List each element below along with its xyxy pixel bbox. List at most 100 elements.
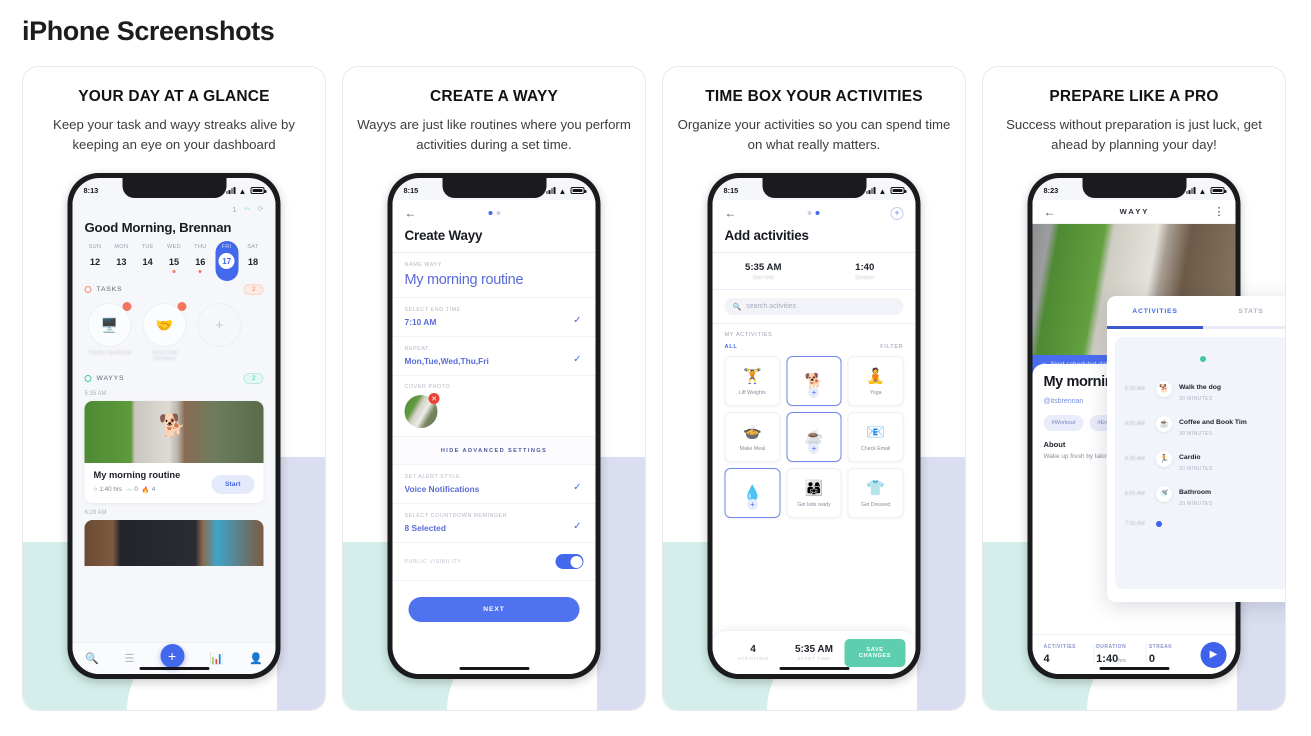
step-dots [807,211,820,215]
wayy-card-info: My morning routine ○ 1:40 hrs 〰 0 🔥 4 [94,470,181,494]
day-name: MON [114,244,129,250]
activity-cell[interactable]: 📧 Check Email [847,412,904,462]
streak-icon[interactable]: 〰 [244,204,251,214]
notch [762,178,866,198]
page-title: iPhone Screenshots [22,16,275,46]
wifi-icon [559,187,568,194]
week-strip[interactable]: SUN 12 MON 13 TUE 14 WED 15 THU 16 FRI 17 SAT… [73,235,276,281]
add-plus-icon[interactable]: + [808,387,820,398]
activity-cell-selected[interactable]: 🐕 + [786,356,842,406]
my-activities-label: MY ACTIVITIES [724,332,773,338]
activity-cell[interactable]: 🏋️ Lift Weights [724,356,781,406]
list-icon[interactable]: ☰ [125,652,135,665]
detail-header: ← WAYY ⋮ [1032,200,1236,224]
tasks-row: 🖥️ Practice JavaScript 🤝 Tap & Code Inte… [73,295,276,362]
wifi-icon [879,187,888,194]
footer-save: SAVE CHANGES [844,638,906,667]
activity-cell[interactable]: 👕 Get Dressed [847,468,904,518]
card-1-head: YOUR DAY AT A GLANCE Keep your task and … [23,67,325,155]
wayy-card-body: My morning routine ○ 1:40 hrs 〰 0 🔥 4 St… [85,463,264,503]
cover-photo-field[interactable]: COVER PHOTO ✕ [392,376,596,437]
nav-row: ← + [713,200,916,220]
repeat-field[interactable]: REPEAT Mon,Tue,Wed,Thu,Fri ✓ [392,337,596,376]
back-arrow-icon[interactable]: ← [1044,205,1056,219]
tasks-section-header: TASKS 2 [73,273,276,295]
back-arrow-icon[interactable]: ← [725,206,737,220]
end-time-field[interactable]: SELECT END TIME 7:10 AM ✓ [392,298,596,337]
remove-photo-icon[interactable]: ✕ [428,393,440,404]
day-number: 15 [168,257,180,267]
home-indicator [459,666,529,670]
floating-activities-panel: ACTIVITIES STATS 5:35 AM 🐕 Walk the dog … [1107,296,1285,602]
countdown-reminder-field[interactable]: SELECT COUNTDOWN REMINDER 8 Selected ✓ [392,504,596,543]
card-2-subtitle: Wayys are just like routines where you p… [357,117,631,152]
day-name: TUE [141,244,154,250]
stat-duration: DURATION 1:40hrs [1094,644,1147,665]
overflow-menu-icon[interactable]: ⋮ [1213,205,1224,218]
add-plus-icon[interactable]: + [808,443,820,454]
profile-icon[interactable]: 👤 [249,652,263,665]
task-item[interactable]: 🤝 Tap & Code Interviews [140,302,190,362]
item-text: Coffee and Book Tim 30 MINUTES [1179,411,1247,437]
screenshot-card-2[interactable]: CREATE A WAYY Wayys are just like routin… [342,66,646,711]
item-icon: 🏃 [1156,450,1172,467]
activity-cell-selected[interactable]: 💧 + [724,468,781,518]
tab-activities[interactable]: ACTIVITIES [1107,296,1203,326]
start-button[interactable]: Start [211,475,255,494]
alert-style-field[interactable]: SET ALERT STYLE Voice Notifications ✓ [392,465,596,504]
stat-label: STREAK [1148,644,1173,650]
panel-tabs[interactable]: ACTIVITIES STATS [1107,296,1285,326]
activity-cell[interactable]: 🍲 Make Meal [724,412,781,462]
refresh-icon[interactable]: ⟳ [258,205,264,213]
cover-photo-thumb[interactable]: ✕ [404,393,440,428]
add-icon[interactable]: + [160,643,185,668]
next-button[interactable]: NEXT [408,597,580,622]
back-arrow-icon[interactable]: ← [405,206,417,220]
activity-cell[interactable]: 🧘 Yoga [847,356,904,406]
timeline-item[interactable]: 5:35 AM 🐕 Walk the dog 30 MINUTES [1115,367,1285,402]
tab-stats[interactable]: STATS [1203,296,1285,326]
tag-chip[interactable]: #Workout [1043,415,1084,431]
filter-button[interactable]: FILTER [880,344,903,350]
wayy-card[interactable]: 🐕 My morning routine ○ 1:40 hrs 〰 0 🔥 4 [84,401,264,503]
screenshot-card-3[interactable]: TIME BOX YOUR ACTIVITIES Organize your a… [662,66,966,711]
timeline-item[interactable]: 6:05 AM ☕ Coffee and Book Tim 30 MINUTES [1115,402,1285,437]
field-value: Voice Notifications [404,484,480,494]
timeline-item[interactable]: 6:35 AM 🏃 Cardio 20 MINUTES [1115,437,1285,472]
day-number: 18 [247,257,259,267]
week-day-selected[interactable]: FRI 17 [214,241,239,281]
field-value: 8 Selected [404,523,446,533]
name-wayy-field[interactable]: NAME WAYY My morning routine [392,253,596,298]
app-store-screenshots-page: iPhone Screenshots YOUR DAY AT A GLANCE … [0,0,1311,736]
add-task-button[interactable]: + [195,303,245,347]
task-item[interactable]: 🖥️ Practice JavaScript [85,302,135,356]
field-value: Mon,Tue,Wed,Thu,Fri [404,356,489,366]
cellular-icon [1186,186,1196,194]
activity-cell-selected[interactable]: ☕ + [786,412,842,462]
screenshot-card-1[interactable]: YOUR DAY AT A GLANCE Keep your task and … [22,66,326,711]
play-button[interactable]: ▶ [1200,641,1227,668]
save-changes-button[interactable]: SAVE CHANGES [844,638,906,667]
start-time-label: Start time [752,275,774,281]
stats-icon[interactable]: 📊 [210,652,224,665]
item-duration: 20 MINUTES [1179,500,1213,507]
public-visibility-toggle[interactable] [555,554,584,569]
search-input[interactable]: 🔍 search activities [724,298,904,315]
activity-grid: 🏋️ Lift Weights 🐕 + 🧘 Yoga 🍲 Make Meal ☕ + 📧 C… [713,350,916,518]
item-icon: 🚿 [1156,485,1172,502]
activity-cell[interactable]: 👨‍👩‍👧 Get kids ready [786,468,842,518]
phone-frame-3: 8:15 ← + Add activities [707,173,921,679]
wayys-section-header: WAYYS 2 [73,362,276,384]
filter-all-tab[interactable]: ALL [725,344,738,350]
wayy-title: My morning routine [93,470,181,480]
item-duration: 30 MINUTES [1179,430,1213,437]
add-activity-icon[interactable]: + [890,206,904,220]
stat-label: DURATION [1096,644,1127,650]
timeline-item[interactable]: 6:55 AM 🚿 Bathroom 20 MINUTES [1115,472,1285,507]
search-icon[interactable]: 🔍 [85,652,99,665]
add-plus-icon[interactable]: + [746,499,758,510]
public-visibility-row[interactable]: PUBLIC VISIBILITY [392,543,596,581]
advanced-settings-toggle[interactable]: HIDE ADVANCED SETTINGS [392,437,596,465]
screenshot-card-4[interactable]: PREPARE LIKE A PRO Success without prepa… [982,66,1286,711]
stat-value: 4 [1043,653,1050,665]
